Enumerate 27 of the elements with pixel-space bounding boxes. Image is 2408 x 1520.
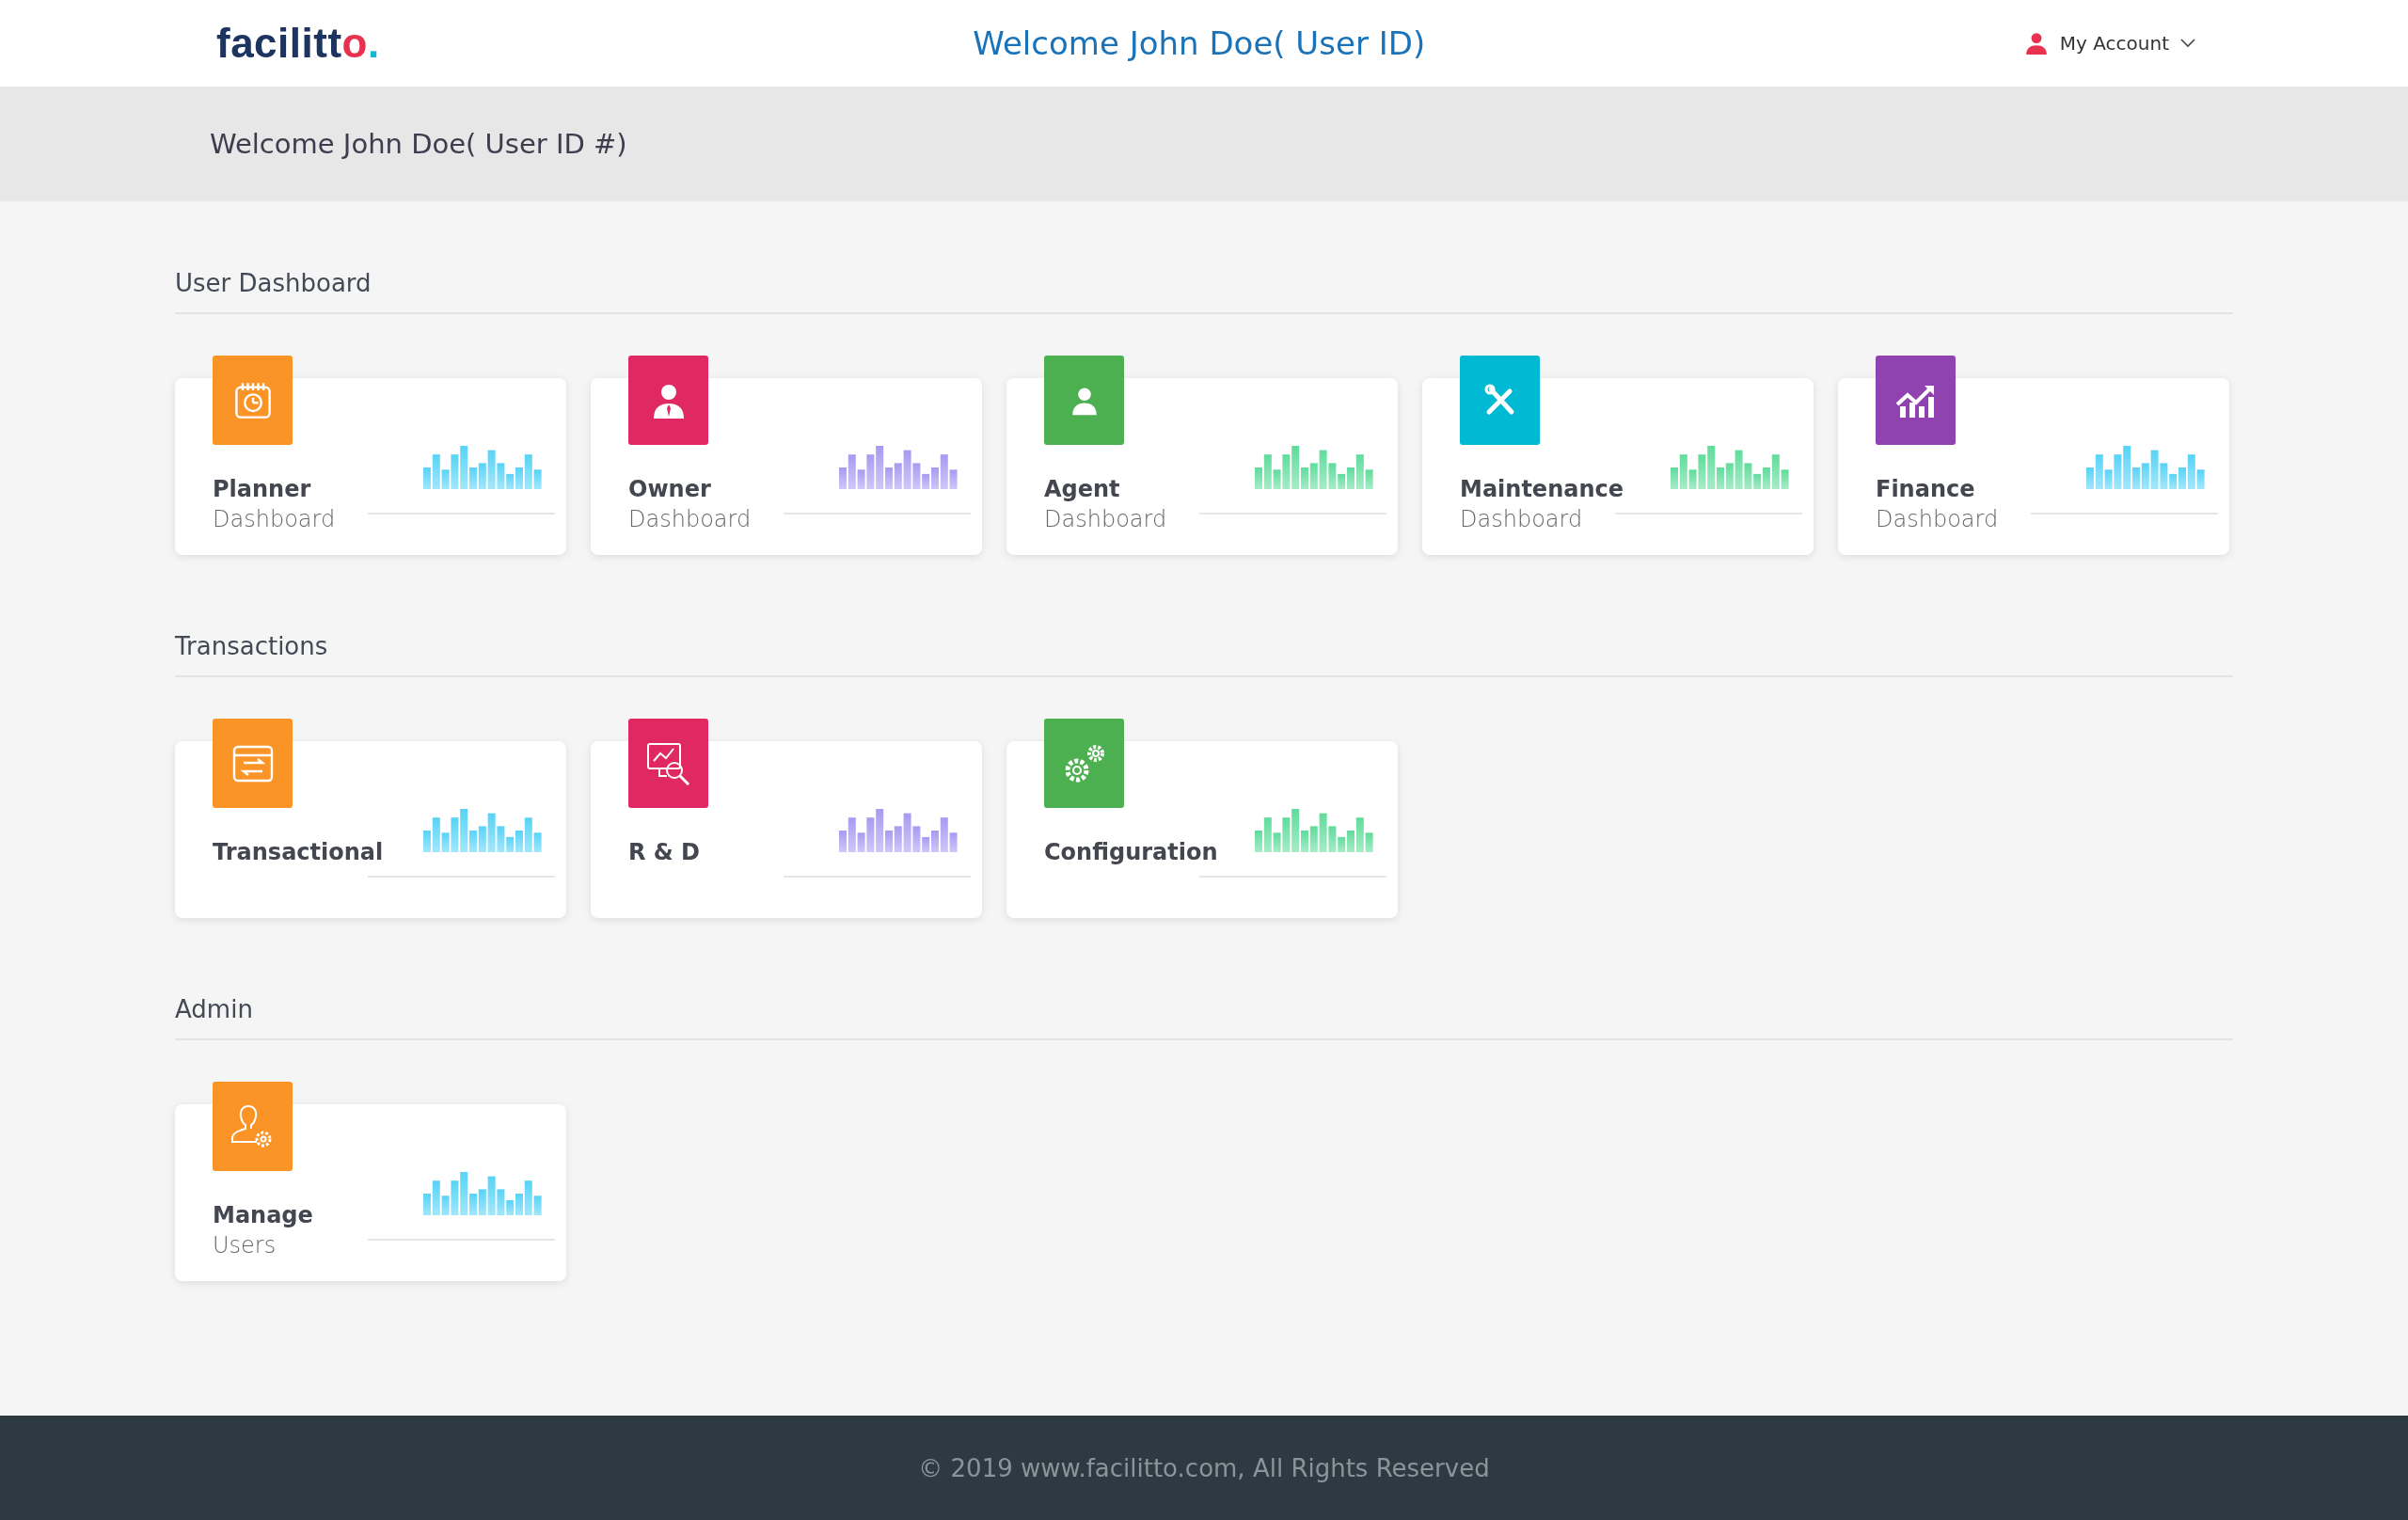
- user-icon: [2023, 31, 2049, 55]
- window-arrows-icon: [231, 744, 274, 783]
- card-subtitle: Users: [213, 1232, 277, 1259]
- card-title: Manage: [213, 1202, 313, 1228]
- card-title: Planner: [213, 476, 312, 502]
- card-title: Transactional: [213, 839, 384, 865]
- card-title: R & D: [628, 839, 701, 865]
- card-subtitle: Dashboard: [628, 506, 752, 532]
- card-title: Maintenance: [1460, 476, 1624, 502]
- monitor-magnifier-icon: [645, 741, 691, 785]
- card-title: Owner: [628, 476, 712, 502]
- my-account-menu[interactable]: My Account: [2018, 25, 2201, 61]
- welcome-text: Welcome John Doe( User ID #): [210, 128, 627, 160]
- section-title: User Dashboard: [175, 250, 2233, 314]
- welcome-title: Welcome John Doe( User ID): [973, 24, 1426, 62]
- section-title: Transactions: [175, 613, 2233, 677]
- card-title: Configuration: [1044, 839, 1218, 865]
- card-subtitle: Dashboard: [1044, 506, 1167, 532]
- card-subtitle: Dashboard: [1876, 506, 1999, 532]
- section-title: Admin: [175, 976, 2233, 1040]
- card-title: Agent: [1044, 476, 1121, 502]
- logo[interactable]: facilitto.: [216, 20, 380, 67]
- copyright-text: © 2019 www.facilitto.com, All Rights Reserved: [918, 1453, 1490, 1482]
- card-subtitle: Dashboard: [213, 506, 336, 532]
- card-subtitle: Dashboard: [1460, 506, 1584, 532]
- chevron-down-icon: [2180, 39, 2195, 48]
- card-title: Finance: [1876, 476, 1976, 502]
